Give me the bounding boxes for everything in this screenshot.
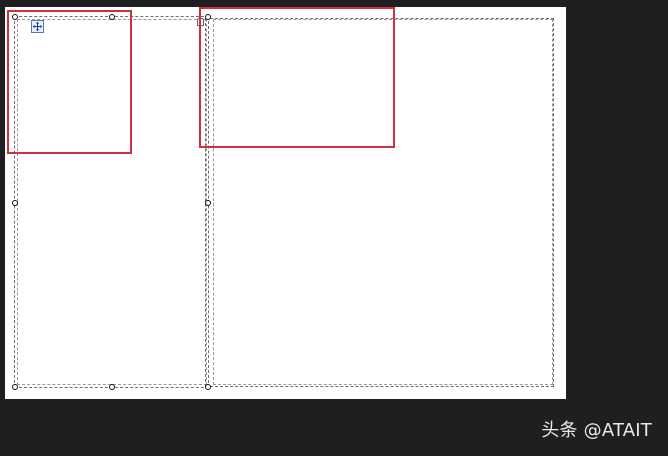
- resize-handle-middle-left[interactable]: [12, 200, 18, 206]
- resize-handle-middle-right[interactable]: [205, 200, 211, 206]
- document-canvas[interactable]: [5, 7, 566, 399]
- resize-handle-bottom-right[interactable]: [205, 384, 211, 390]
- resize-handle-bottom-middle[interactable]: [109, 384, 115, 390]
- highlight-box-left: [7, 10, 132, 154]
- resize-handle-bottom-left[interactable]: [12, 384, 18, 390]
- highlight-box-right: [199, 7, 395, 148]
- screenshot-stage: 头条 @ATAIT: [0, 0, 668, 456]
- watermark-text: 头条 @ATAIT: [541, 420, 652, 441]
